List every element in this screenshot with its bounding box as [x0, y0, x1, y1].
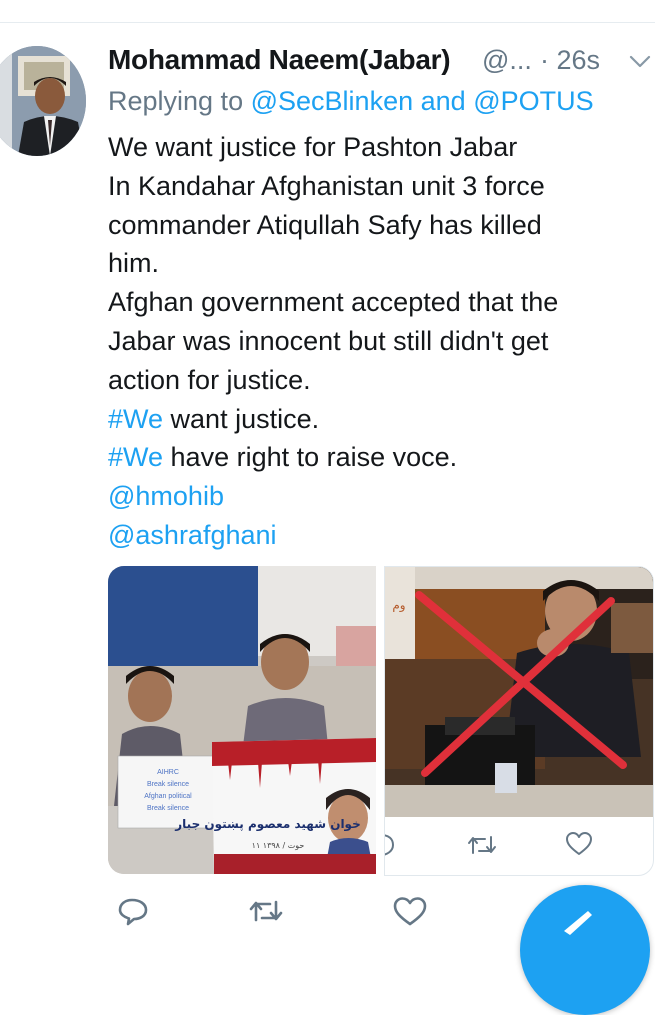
tweet-line: Jabar was innocent but still didn't get [108, 325, 549, 356]
photo-corner-text: وم [392, 598, 405, 613]
quoted-tweet-actions [385, 817, 653, 875]
hashtag-line-text: have right to raise voce. [163, 442, 458, 473]
tweet-line: In Kandahar Afghanistan unit 3 force [108, 170, 545, 201]
tweet-media: AIHRC Break silence Afghan political Bre… [108, 566, 654, 876]
tweet-line: Afghan government accepted that the [108, 287, 559, 318]
mention-ashrafghani[interactable]: @ashrafghani [108, 516, 648, 555]
top-divider [0, 22, 655, 23]
media-photo-crossed-out[interactable]: وم [385, 567, 653, 817]
banner-date: ۱۱ حوت / ۱۳۹۸ [252, 841, 305, 850]
retweet-icon[interactable] [467, 833, 497, 857]
reply-mention-potus[interactable]: @POTUS [473, 86, 593, 116]
compose-tweet-icon [558, 907, 598, 937]
tweet-line: commander Atiqullah Safy has killed [108, 209, 542, 240]
hashtag-line-text: want justice. [163, 403, 320, 434]
chevron-down-icon[interactable] [628, 50, 652, 74]
reply-and[interactable]: and [421, 86, 466, 116]
quoted-tweet-card[interactable]: وم [384, 566, 654, 876]
avatar[interactable] [0, 46, 86, 156]
tweet-line: action for justice. [108, 364, 311, 395]
tweet-header: Mohammad Naeem(Jabar) @... · 26s [108, 44, 651, 80]
paper-sign-line: Break silence [147, 805, 189, 812]
hashtag-line: #We have right to raise voce. [108, 438, 648, 477]
user-handle[interactable]: @... [482, 45, 532, 76]
replying-to: Replying to @SecBlinken and @POTUS [108, 86, 594, 117]
tweet-line: We want justice for Pashton Jabar [108, 132, 518, 162]
retweet-icon[interactable] [244, 890, 288, 934]
banner-text: خوان شهید معصوم پښتون جبار [174, 817, 360, 832]
reply-icon[interactable] [112, 890, 156, 934]
tweet-line: him. [108, 248, 160, 279]
hashtag-line: #We want justice. [108, 400, 648, 439]
display-name[interactable]: Mohammad Naeem(Jabar) [108, 44, 451, 76]
mention-hmohib[interactable]: @hmohib [108, 477, 648, 516]
paper-sign-line: AIHRC [157, 769, 179, 776]
media-photo-children[interactable]: AIHRC Break silence Afghan political Bre… [108, 566, 376, 874]
like-icon[interactable] [388, 890, 432, 934]
like-icon[interactable] [565, 831, 593, 857]
hashtag-link[interactable]: #We [108, 442, 163, 472]
paper-sign-line: Afghan political [144, 793, 192, 800]
reply-icon[interactable] [385, 831, 397, 859]
hashtag-link[interactable]: #We [108, 404, 163, 434]
tweet-text: We want justice for Pashton Jabar In Kan… [108, 128, 648, 555]
timestamp[interactable]: · 26s [540, 45, 600, 76]
compose-tweet-button[interactable] [520, 885, 650, 1015]
paper-sign-line: Break silence [147, 781, 189, 788]
reply-mention-secblinken[interactable]: @SecBlinken [251, 86, 414, 116]
replying-prefix: Replying to [108, 86, 244, 116]
